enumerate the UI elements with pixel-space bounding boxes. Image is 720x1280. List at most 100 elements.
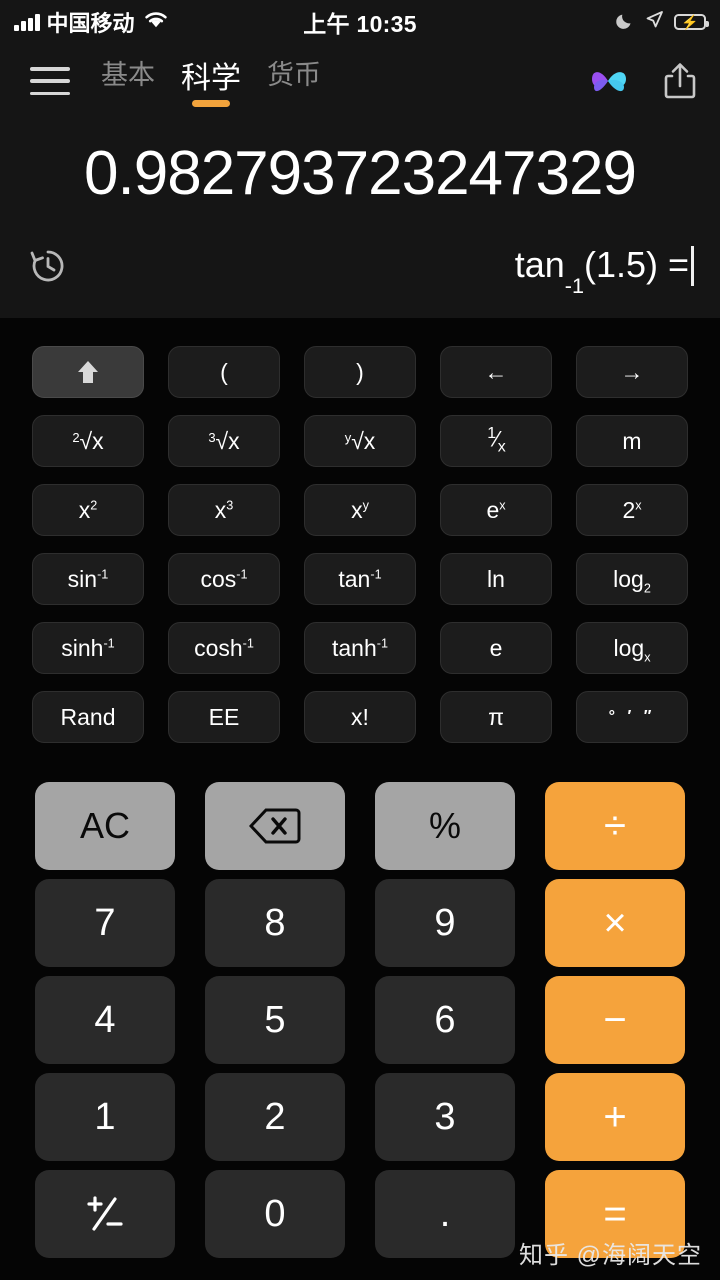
digit-8-key[interactable]: 8 (205, 879, 345, 967)
arrow-up-icon (78, 361, 98, 383)
moon-icon (615, 10, 635, 35)
nth-root-key[interactable]: y √x (304, 415, 416, 467)
history-clock-icon[interactable] (26, 244, 70, 288)
logx-key[interactable]: logx (576, 622, 688, 674)
hamburger-menu-icon[interactable] (30, 67, 70, 95)
main-keypad: AC% ÷ 7 8 9 × 4 5 6 − 1 2 3 +0. = (35, 782, 685, 1258)
two-power-x-key[interactable]: 2x (576, 484, 688, 536)
close-paren-key[interactable]: ) (304, 346, 416, 398)
decimal-point-key-label: . (439, 1192, 451, 1235)
minus-key[interactable]: − (545, 976, 685, 1064)
shift-key[interactable] (32, 346, 144, 398)
percent-key[interactable]: % (375, 782, 515, 870)
plus-key[interactable]: + (545, 1073, 685, 1161)
calculator-app: 中国移动 上午 10:35 ⚡ 基本 科学 货币 0.9827937232473… (0, 0, 720, 1280)
ln-key[interactable]: ln (440, 553, 552, 605)
atanh-key[interactable]: tanh-1 (304, 622, 416, 674)
plus-minus-icon (87, 1196, 123, 1231)
sign-toggle-key[interactable] (35, 1170, 175, 1258)
euler-e-key-label: e (489, 634, 503, 661)
factorial-key[interactable]: x! (304, 691, 416, 743)
digit-4-key[interactable]: 4 (35, 976, 175, 1064)
cube-key[interactable]: x3 (168, 484, 280, 536)
backspace-icon (249, 808, 301, 844)
scientific-keypad: () ← → 2 √x 3 √x y √x 1⁄x m x2 x3 xy ex 2x sin-1 cos-1 tan… (32, 346, 688, 743)
tab-currency[interactable]: 货币 (267, 53, 321, 104)
power-y-key[interactable]: xy (304, 484, 416, 536)
memory-key[interactable]: m (576, 415, 688, 467)
atanh-key-label: tanh-1 (331, 634, 388, 661)
result-value: 0.982793723247329 (84, 139, 637, 208)
pi-key-label: π (488, 703, 504, 730)
divide-key[interactable]: ÷ (545, 782, 685, 870)
mode-tabs: 基本 科学 货币 (101, 53, 321, 109)
plus-key-label: + (603, 1094, 627, 1139)
log2-key[interactable]: log2 (576, 553, 688, 605)
status-bar-time: 上午 10:35 (303, 11, 417, 37)
digit-6-key[interactable]: 6 (375, 976, 515, 1064)
rand-key[interactable]: Rand (32, 691, 144, 743)
exp-e-key[interactable]: ex (440, 484, 552, 536)
equals-key[interactable]: = (545, 1170, 685, 1258)
tab-basic[interactable]: 基本 (101, 53, 155, 104)
expression-text[interactable]: tan -1 (1.5) = (514, 244, 694, 296)
memory-key-label: m (622, 427, 642, 454)
text-cursor (691, 246, 694, 286)
digit-2-key[interactable]: 2 (205, 1073, 345, 1161)
digit-5-key-label: 5 (264, 998, 286, 1041)
factorial-key-label: x! (351, 703, 369, 730)
asinh-key[interactable]: sinh-1 (32, 622, 144, 674)
minus-key-label: − (603, 997, 627, 1042)
open-paren-key[interactable]: ( (168, 346, 280, 398)
status-bar: 中国移动 上午 10:35 ⚡ (0, 0, 720, 44)
acosh-key-label: cosh-1 (194, 634, 254, 661)
equals-key-label: = (603, 1191, 627, 1236)
tab-scientific[interactable]: 科学 (181, 53, 241, 109)
tab-scientific-label: 科学 (181, 62, 241, 95)
asin-key-label: sin-1 (67, 565, 109, 592)
square-key[interactable]: x2 (32, 484, 144, 536)
cursor-left-key[interactable]: ← (440, 346, 552, 398)
digit-0-key[interactable]: 0 (205, 1170, 345, 1258)
cbrt-key[interactable]: 3 √x (168, 415, 280, 467)
digit-3-key[interactable]: 3 (375, 1073, 515, 1161)
acos-key-label: cos-1 (200, 565, 248, 592)
multiply-key[interactable]: × (545, 879, 685, 967)
reciprocal-key[interactable]: 1⁄x (440, 415, 552, 467)
reciprocal-key-label: 1⁄x (487, 425, 506, 456)
atan-key[interactable]: tan-1 (304, 553, 416, 605)
cursor-right-key[interactable]: → (576, 346, 688, 398)
pi-key[interactable]: π (440, 691, 552, 743)
digit-8-key-label: 8 (264, 901, 286, 944)
digit-7-key[interactable]: 7 (35, 879, 175, 967)
ee-key[interactable]: EE (168, 691, 280, 743)
digit-0-key-label: 0 (264, 1192, 286, 1235)
backspace-key[interactable] (205, 782, 345, 870)
share-icon[interactable] (662, 61, 698, 101)
all-clear-key-label: AC (79, 805, 130, 846)
active-tab-underline (192, 100, 230, 107)
butterfly-logo-icon[interactable] (588, 61, 630, 101)
asin-key[interactable]: sin-1 (32, 553, 144, 605)
decimal-point-key[interactable]: . (375, 1170, 515, 1258)
asinh-key-label: sinh-1 (61, 634, 115, 661)
cube-key-label: x3 (214, 496, 234, 523)
acosh-key[interactable]: cosh-1 (168, 622, 280, 674)
expression-function: tan (514, 244, 565, 285)
status-bar-right: ⚡ (615, 10, 709, 35)
expression-remainder: (1.5) = (583, 244, 689, 285)
power-y-key-label: xy (351, 496, 369, 523)
dms-key[interactable]: ° ′ ″ (576, 691, 688, 743)
digit-1-key[interactable]: 1 (35, 1073, 175, 1161)
rand-key-label: Rand (60, 703, 116, 730)
divide-key-label: ÷ (604, 803, 626, 848)
sqrt-key[interactable]: 2 √x (32, 415, 144, 467)
digit-9-key[interactable]: 9 (375, 879, 515, 967)
acos-key[interactable]: cos-1 (168, 553, 280, 605)
charging-bolt-icon: ⚡ (681, 14, 699, 30)
ln-key-label: ln (487, 565, 505, 592)
all-clear-key[interactable]: AC (35, 782, 175, 870)
location-arrow-icon (645, 10, 664, 34)
digit-5-key[interactable]: 5 (205, 976, 345, 1064)
euler-e-key[interactable]: e (440, 622, 552, 674)
